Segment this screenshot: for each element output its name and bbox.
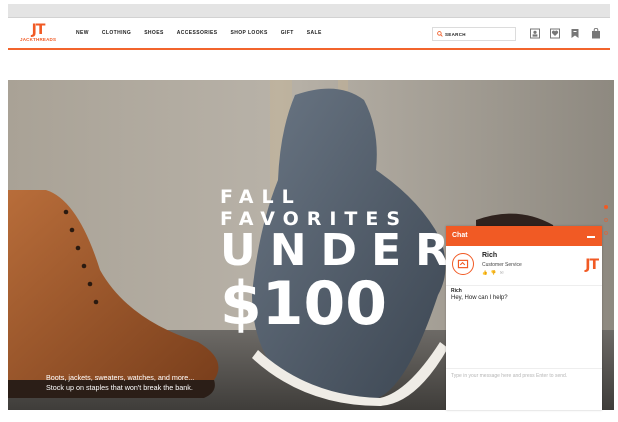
chat-message-input[interactable]: Type in your message here and press Ente… (446, 368, 602, 410)
carousel-dot-3[interactable] (604, 231, 608, 235)
nav-item-shoes[interactable]: SHOES (144, 30, 164, 36)
message-sender: Rich (451, 288, 462, 294)
carousel-dot-2[interactable] (604, 218, 608, 222)
search-input[interactable]: SEARCH (432, 27, 516, 41)
site-logo[interactable]: JT JACKTHREADS (20, 23, 56, 47)
chat-header: Chat (446, 226, 602, 246)
nav-item-gift[interactable]: GIFT (281, 30, 294, 36)
chat-widget: Chat Rich Customer Service 👍 👎 ✉ JT Rich… (446, 226, 602, 410)
agent-name: Rich (482, 252, 498, 259)
wishlist-icon[interactable] (550, 28, 560, 39)
account-icon[interactable] (530, 28, 540, 39)
message-text: Hey, How can I help? (451, 295, 508, 301)
hero-caption: Boots, jackets, sweaters, watches, and m… (46, 373, 195, 392)
agent-avatar-icon (452, 253, 474, 275)
logo-mark: JT (31, 22, 46, 38)
bag-icon[interactable] (591, 28, 601, 39)
browser-toolbar (8, 4, 610, 18)
bookmark-icon[interactable] (570, 28, 580, 39)
search-placeholder: SEARCH (445, 31, 466, 37)
chat-logo: JT (585, 257, 599, 273)
main-nav: NEW CLOTHING SHOES ACCESSORIES SHOP LOOK… (76, 18, 335, 48)
nav-item-accessories[interactable]: ACCESSORIES (177, 30, 218, 36)
rating-icons[interactable]: 👍 👎 ✉ (482, 270, 504, 276)
chat-title: Chat (452, 232, 468, 239)
minimize-icon[interactable] (587, 236, 595, 238)
hero-headline: FALL FAVORITES UNDER $100 (220, 186, 464, 339)
headline-line-4: $100 (220, 269, 387, 339)
site-header: JT JACKTHREADS NEW CLOTHING SHOES ACCESS… (8, 18, 610, 50)
headline-line-1: FALL (220, 186, 302, 208)
search-icon (437, 31, 443, 37)
chat-agent: Rich Customer Service 👍 👎 ✉ JT (446, 246, 602, 286)
carousel-dots (604, 205, 608, 244)
headline-line-3: UNDER (220, 225, 464, 276)
nav-item-new[interactable]: NEW (76, 30, 89, 36)
carousel-dot-1[interactable] (604, 205, 608, 209)
agent-role: Customer Service (482, 262, 522, 268)
logo-wordmark: JACKTHREADS (20, 37, 57, 42)
nav-item-shop-looks[interactable]: SHOP LOOKS (231, 30, 268, 36)
nav-item-sale[interactable]: SALE (307, 30, 322, 36)
nav-item-clothing[interactable]: CLOTHING (102, 30, 131, 36)
